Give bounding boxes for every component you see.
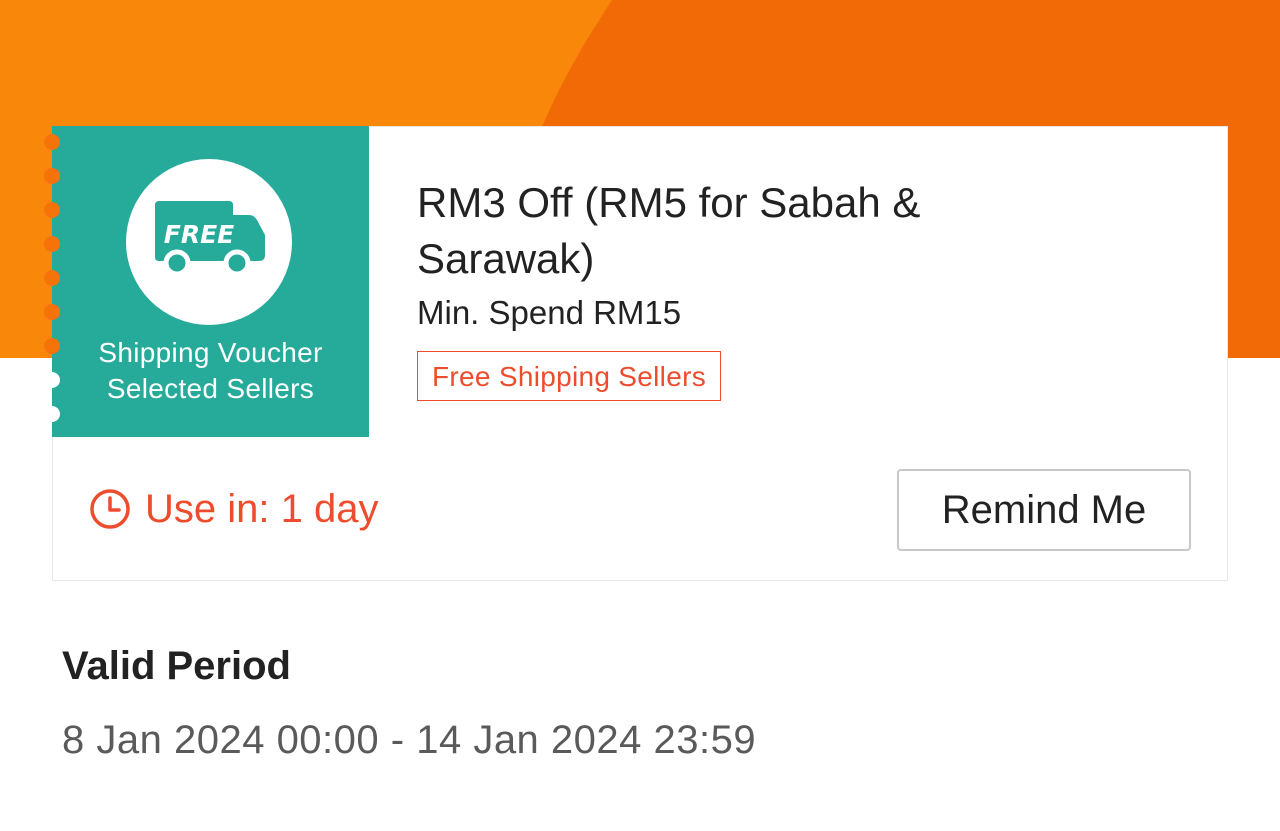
clock-icon — [89, 488, 131, 530]
voucher-card[interactable]: FREE Shipping Voucher Selected Sellers R… — [44, 126, 1228, 438]
voucher-action-row: Use in: 1 day Remind Me — [52, 437, 1228, 581]
valid-period-dates: 8 Jan 2024 00:00 - 14 Jan 2024 23:59 — [62, 718, 757, 762]
remind-me-button[interactable]: Remind Me — [897, 469, 1191, 551]
voucher-scope-label: Selected Sellers — [106, 373, 315, 404]
free-shipping-truck-icon: FREE — [126, 159, 292, 325]
use-in-timer: Use in: 1 day — [89, 487, 378, 531]
voucher-detail-page: FREE Shipping Voucher Selected Sellers R… — [0, 0, 1280, 831]
use-in-text: Use in: 1 day — [145, 486, 379, 531]
voucher-title: RM3 Off (RM5 for Sabah & Sarawak) — [417, 179, 921, 282]
free-badge-text: FREE — [164, 220, 234, 249]
min-spend-text: Min. Spend RM15 — [417, 294, 682, 331]
valid-period-heading: Valid Period — [62, 644, 291, 688]
voucher-type-label: Shipping Voucher — [98, 337, 323, 368]
free-shipping-sellers-tag: Free Shipping Sellers — [417, 351, 721, 401]
voucher-type-panel: FREE Shipping Voucher Selected Sellers — [44, 126, 369, 438]
